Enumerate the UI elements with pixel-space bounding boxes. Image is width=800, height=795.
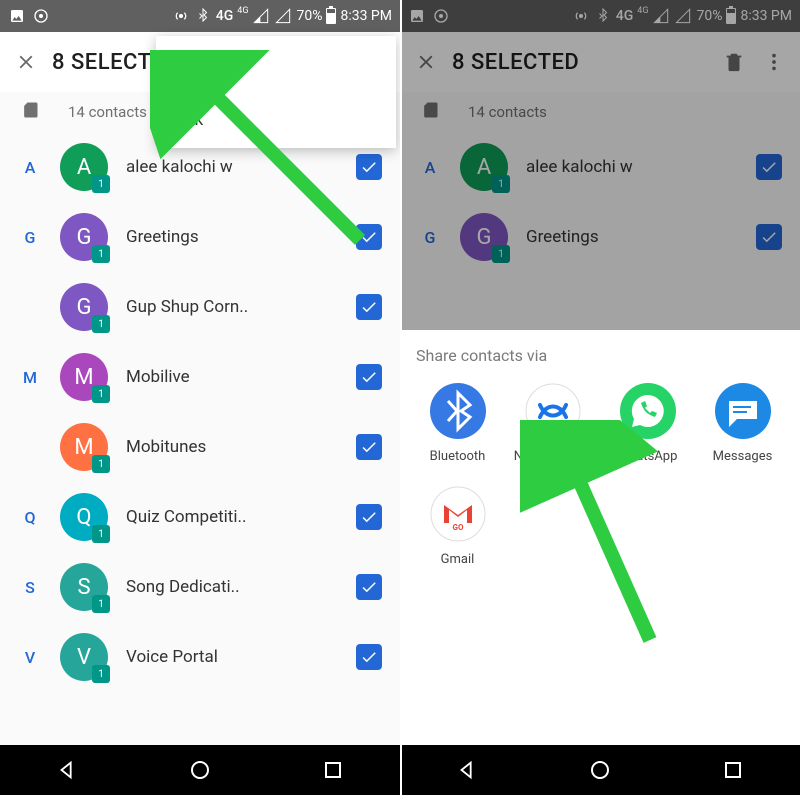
- index-letter: Q: [0, 508, 60, 527]
- share-app-label: Messages: [713, 449, 773, 464]
- image-icon: [8, 7, 26, 25]
- battery-icon: [326, 8, 336, 24]
- close-button[interactable]: [12, 48, 40, 76]
- signal2-icon: [274, 7, 292, 25]
- checkbox[interactable]: [356, 364, 382, 390]
- gmail-icon: GO: [430, 486, 486, 542]
- nearby-icon: [525, 383, 581, 439]
- share-app-gmail[interactable]: GO Gmail: [410, 486, 505, 567]
- contact-avatar: G 1: [60, 283, 108, 331]
- contact-row[interactable]: M 1 Mobitunes: [0, 412, 400, 482]
- menu-share[interactable]: Share: [156, 36, 396, 92]
- contact-row[interactable]: M M 1 Mobilive: [0, 342, 400, 412]
- nav-back[interactable]: [51, 754, 83, 786]
- index-letter: V: [0, 648, 60, 667]
- contacts-list: A A 1 alee kalochi w G G 1 Greetings G 1…: [0, 132, 400, 692]
- contact-avatar: S 1: [60, 563, 108, 611]
- sim-badge-icon: 1: [92, 455, 110, 473]
- bluetooth-icon: [194, 7, 212, 25]
- status-bar: 4G 4G 70% 8:33 PM: [0, 0, 400, 32]
- checkbox[interactable]: [356, 434, 382, 460]
- checkbox[interactable]: [356, 574, 382, 600]
- share-app-label: Nearby Share: [514, 449, 591, 464]
- index-letter: A: [0, 158, 60, 177]
- index-letter: G: [0, 228, 60, 247]
- overflow-menu: Share Link: [156, 36, 396, 148]
- share-app-label: WhatsApp: [618, 449, 678, 464]
- share-app-whatsapp[interactable]: WhatsApp: [600, 383, 695, 464]
- nav-home[interactable]: [184, 754, 216, 786]
- share-app-bluetooth[interactable]: Bluetooth: [410, 383, 505, 464]
- contacts-count: 14 contacts: [68, 103, 147, 121]
- sim-badge-icon: 1: [92, 595, 110, 613]
- contact-name: Song Dedicati..: [126, 577, 356, 597]
- contact-name: Gup Shup Corn..: [126, 297, 356, 317]
- sim-badge-icon: 1: [92, 385, 110, 403]
- nav-recent[interactable]: [317, 754, 349, 786]
- battery-pct: 70%: [296, 8, 322, 24]
- nav-back[interactable]: [451, 754, 483, 786]
- contact-row[interactable]: S S 1 Song Dedicati..: [0, 552, 400, 622]
- sim-badge-icon: 1: [92, 245, 110, 263]
- index-letter: M: [0, 368, 60, 387]
- nav-home[interactable]: [584, 754, 616, 786]
- share-sheet-title: Share contacts via: [416, 346, 784, 365]
- signal-icon: [252, 7, 270, 25]
- nav-bar: [400, 745, 800, 795]
- index-letter: S: [0, 578, 60, 597]
- msg-icon: [715, 383, 771, 439]
- bt-icon: [430, 383, 486, 439]
- contact-name: Greetings: [126, 227, 356, 247]
- checkbox[interactable]: [356, 224, 382, 250]
- contact-avatar: M 1: [60, 353, 108, 401]
- contact-row[interactable]: G G 1 Greetings: [0, 202, 400, 272]
- contact-row[interactable]: V V 1 Voice Portal: [0, 622, 400, 692]
- contact-name: Mobitunes: [126, 437, 356, 457]
- contact-name: Voice Portal: [126, 647, 356, 667]
- contact-row[interactable]: G 1 Gup Shup Corn..: [0, 272, 400, 342]
- checkbox[interactable]: [356, 294, 382, 320]
- share-app-label: Bluetooth: [430, 449, 486, 464]
- share-app-label: Gmail: [441, 552, 475, 567]
- menu-link[interactable]: Link: [156, 92, 396, 148]
- checkbox[interactable]: [356, 504, 382, 530]
- status-time: 8:33 PM: [340, 8, 392, 24]
- checkbox[interactable]: [356, 644, 382, 670]
- hotspot-icon: [172, 7, 190, 25]
- nav-bar: [0, 745, 400, 795]
- sim-badge-icon: 1: [92, 175, 110, 193]
- sim-badge-icon: 1: [92, 315, 110, 333]
- network-sup: 4G: [237, 6, 248, 16]
- network-label: 4G: [216, 8, 234, 24]
- checkbox[interactable]: [356, 154, 382, 180]
- contact-avatar: A 1: [60, 143, 108, 191]
- contact-avatar: Q 1: [60, 493, 108, 541]
- share-sheet: Share contacts via Bluetooth Nearby Shar…: [400, 330, 800, 745]
- sim-icon: [20, 100, 40, 124]
- sim-badge-icon: 1: [92, 665, 110, 683]
- nav-recent[interactable]: [717, 754, 749, 786]
- share-app-nearby share[interactable]: Nearby Share: [505, 383, 600, 464]
- circle-icon: [32, 7, 50, 25]
- contact-row[interactable]: Q Q 1 Quiz Competiti..: [0, 482, 400, 552]
- contact-avatar: G 1: [60, 213, 108, 261]
- sim-badge-icon: 1: [92, 525, 110, 543]
- svg-text:GO: GO: [452, 523, 463, 532]
- contact-name: Quiz Competiti..: [126, 507, 356, 527]
- contact-name: alee kalochi w: [126, 157, 356, 177]
- share-apps-grid: Bluetooth Nearby Share WhatsApp Messages…: [410, 383, 790, 589]
- contact-name: Mobilive: [126, 367, 356, 387]
- wa-icon: [620, 383, 676, 439]
- share-app-messages[interactable]: Messages: [695, 383, 790, 464]
- contact-avatar: V 1: [60, 633, 108, 681]
- contact-avatar: M 1: [60, 423, 108, 471]
